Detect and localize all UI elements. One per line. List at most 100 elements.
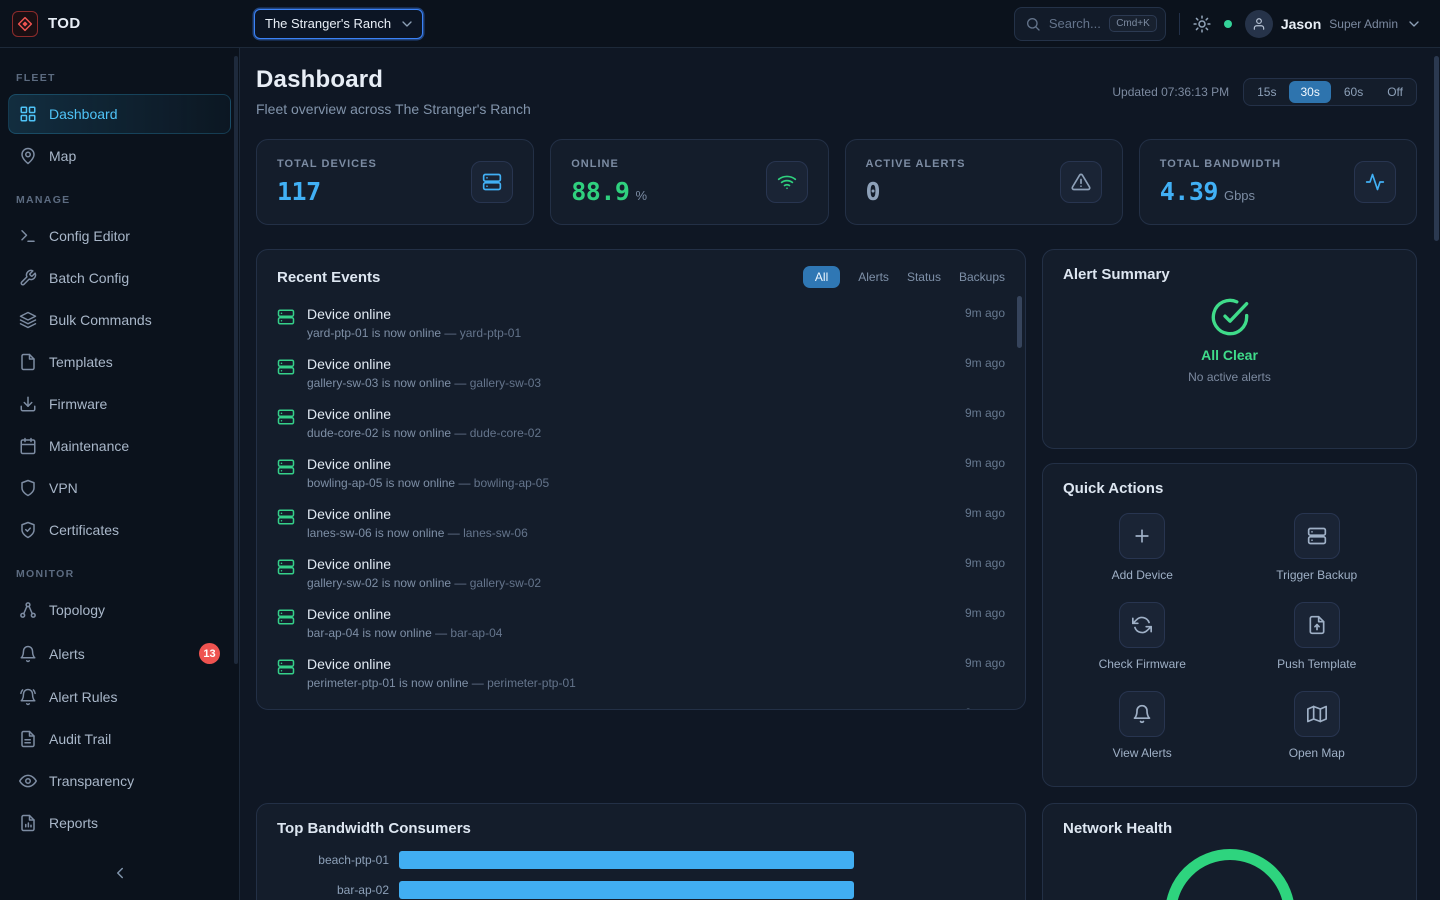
site-selector[interactable]: The Stranger's Ranch: [254, 9, 423, 39]
quick-action-push-template[interactable]: Push Template: [1238, 602, 1397, 671]
chevron-left-icon: [111, 864, 129, 882]
sidebar-item-dashboard[interactable]: Dashboard: [8, 94, 231, 134]
events-tab-status[interactable]: Status: [907, 270, 941, 284]
sidebar-item-alerts[interactable]: Alerts13: [8, 632, 231, 675]
event-detail: dude-core-02 is now online — dude-core-0…: [307, 426, 953, 440]
quick-action-add-device[interactable]: Add Device: [1063, 513, 1222, 582]
quick-action-label: Trigger Backup: [1276, 568, 1357, 582]
eye-icon: [19, 772, 37, 790]
refresh-interval-control: 15s30s60sOff: [1243, 78, 1417, 106]
wifi-icon: [777, 172, 797, 192]
page-scrollbar[interactable]: [1434, 56, 1439, 241]
refresh-option-60s[interactable]: 60s: [1333, 81, 1374, 103]
bell-ring-icon: [19, 688, 37, 706]
quick-action-open-map[interactable]: Open Map: [1238, 691, 1397, 760]
alerts-count-badge: 13: [199, 643, 220, 664]
theme-toggle-sun-icon[interactable]: [1193, 15, 1211, 33]
stat-unit: Gbps: [1224, 188, 1255, 203]
report-icon: [19, 814, 37, 832]
quick-action-view-alerts[interactable]: View Alerts: [1063, 691, 1222, 760]
event-title: Device online: [307, 406, 953, 422]
wrench-icon: [19, 269, 37, 287]
event-detail: lanes-sw-06 is now online — lanes-sw-06: [307, 526, 953, 540]
quick-action-button: [1294, 602, 1340, 648]
stat-label: TOTAL BANDWIDTH: [1160, 158, 1281, 170]
alert-summary-title: Alert Summary: [1063, 266, 1396, 283]
event-title: Device online: [307, 706, 953, 710]
quick-action-trigger-backup[interactable]: Trigger Backup: [1238, 513, 1397, 582]
server-icon: [277, 358, 295, 376]
events-tab-all[interactable]: All: [803, 266, 840, 288]
quick-action-button: [1294, 691, 1340, 737]
search-box[interactable]: Search... Cmd+K: [1014, 7, 1166, 41]
sidebar-collapse-button[interactable]: [0, 852, 239, 894]
event-time: 9m ago: [965, 356, 1005, 370]
stats-row: TOTAL DEVICES117ONLINE88.9%ACTIVE ALERTS…: [256, 139, 1417, 225]
event-detail: bar-ap-04 is now online — bar-ap-04: [307, 626, 953, 640]
bell-icon: [1132, 704, 1152, 724]
search-icon: [1025, 16, 1041, 32]
events-tab-alerts[interactable]: Alerts: [858, 270, 889, 284]
quick-actions-grid: Add Device Trigger Backup Check FirmwarePu…: [1063, 513, 1396, 760]
sidebar-item-transparency[interactable]: Transparency: [8, 761, 231, 801]
sidebar-scrollbar[interactable]: [234, 56, 238, 664]
event-time: 9m ago: [965, 506, 1005, 520]
event-title: Device online: [307, 606, 953, 622]
event-row: Device online bar-ap-04 is now online — b…: [257, 598, 1025, 648]
sidebar-item-certificates[interactable]: Certificates: [8, 510, 231, 550]
sidebar-item-config-editor[interactable]: Config Editor: [8, 216, 231, 256]
event-device: — perimeter-ptp-01: [472, 676, 576, 690]
dashboard-icon: [19, 105, 37, 123]
check-circle-icon: [1210, 297, 1250, 337]
stat-value: 117: [277, 177, 321, 206]
stat-icon-box: [766, 161, 808, 203]
server-icon: [277, 558, 295, 576]
quick-action-button: [1119, 691, 1165, 737]
sidebar-item-maintenance[interactable]: Maintenance: [8, 426, 231, 466]
updated-timestamp: Updated 07:36:13 PM: [1112, 85, 1229, 99]
app-logo[interactable]: TOD: [12, 11, 81, 37]
sidebar-item-batch-config[interactable]: Batch Config: [8, 258, 231, 298]
events-scrollbar[interactable]: [1017, 296, 1022, 348]
events-panel-title: Recent Events: [277, 269, 380, 286]
event-time: 9m ago: [965, 406, 1005, 420]
sidebar-item-label: Transparency: [49, 773, 134, 789]
bandwidth-panel-title: Top Bandwidth Consumers: [277, 820, 1005, 837]
event-row: Device online dude-core-02 is now online …: [257, 398, 1025, 448]
event-time: 9m ago: [965, 556, 1005, 570]
sidebar-item-bulk-commands[interactable]: Bulk Commands: [8, 300, 231, 340]
bandwidth-row: beach-ptp-01: [277, 851, 1005, 869]
user-name: Jason: [1281, 16, 1321, 32]
sidebar-item-vpn[interactable]: VPN: [8, 468, 231, 508]
health-gauge: [1165, 849, 1295, 900]
bandwidth-bar: [399, 851, 854, 869]
sidebar-item-templates[interactable]: Templates: [8, 342, 231, 382]
topbar-left: TOD: [0, 11, 241, 37]
calendar-icon: [19, 437, 37, 455]
stat-value: 88.9: [571, 177, 629, 206]
sidebar-item-alert-rules[interactable]: Alert Rules: [8, 677, 231, 717]
sidebar-item-label: VPN: [49, 480, 78, 496]
file-text-icon: [19, 730, 37, 748]
sidebar-item-label: Reports: [49, 815, 98, 831]
event-time: 9m ago: [965, 656, 1005, 670]
sidebar-item-audit-trail[interactable]: Audit Trail: [8, 719, 231, 759]
refresh-option-off[interactable]: Off: [1376, 81, 1414, 103]
user-menu[interactable]: Jason Super Admin: [1245, 10, 1422, 38]
refresh-option-30s[interactable]: 30s: [1289, 81, 1330, 103]
app-name: TOD: [48, 15, 81, 32]
server-icon: [482, 172, 502, 192]
sidebar-item-firmware[interactable]: Firmware: [8, 384, 231, 424]
sidebar-item-topology[interactable]: Topology: [8, 590, 231, 630]
bandwidth-chart: beach-ptp-01bar-ap-02: [277, 851, 1005, 899]
logo-icon: [12, 11, 38, 37]
quick-action-check-firmware[interactable]: Check Firmware: [1063, 602, 1222, 671]
refresh-option-15s[interactable]: 15s: [1246, 81, 1287, 103]
sidebar-item-reports[interactable]: Reports: [8, 803, 231, 843]
map-pin-icon: [19, 147, 37, 165]
events-tab-backups[interactable]: Backups: [959, 270, 1005, 284]
sidebar-item-map[interactable]: Map: [8, 136, 231, 176]
quick-action-label: Add Device: [1112, 568, 1173, 582]
quick-actions-title: Quick Actions: [1063, 480, 1396, 497]
terminal-icon: [19, 227, 37, 245]
